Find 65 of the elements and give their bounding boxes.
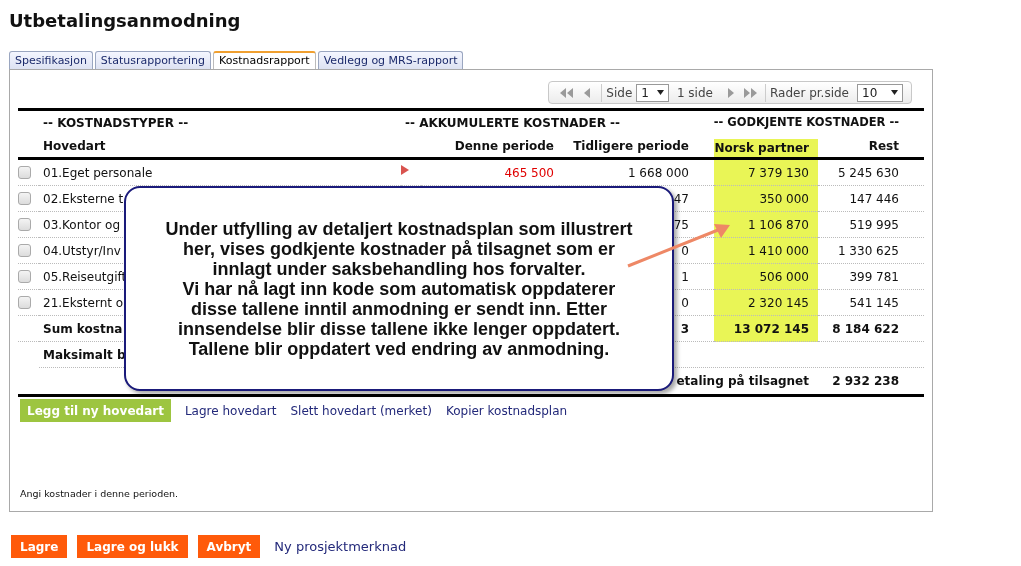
amount-cell-text: 8 184 622 xyxy=(832,320,899,338)
amount-cell-text: 1 668 000 xyxy=(627,164,689,182)
last-page-icon[interactable] xyxy=(742,86,759,99)
tab[interactable]: Statusrapportering xyxy=(94,51,211,69)
project-note-link[interactable]: Ny prosjektmerknad xyxy=(274,536,407,557)
amount-cell-text: 3 xyxy=(680,320,689,338)
amount-cell-text: 465 500 xyxy=(504,164,554,182)
amount-cell-text: 1 330 625 xyxy=(837,242,899,260)
group-header: -- GODKJENTE KOSTNADER -- xyxy=(713,114,899,132)
row-checkbox[interactable] xyxy=(18,218,31,231)
hovedart-cell-text: 02.Eksterne t xyxy=(43,190,124,208)
amount-cell-text: 541 145 xyxy=(849,294,899,312)
amount-cell-text: 519 995 xyxy=(849,216,899,234)
hovedart-cell-text: 21.Eksternt o xyxy=(43,294,124,312)
caret-icon xyxy=(891,90,898,95)
hovedart-cell-text: 03.Kontor og xyxy=(43,216,121,234)
hovedart-cell-text: Sum kostna xyxy=(43,320,123,338)
action-link[interactable]: Slett hovedart (merket) xyxy=(290,401,432,420)
row-checkbox[interactable] xyxy=(18,296,31,309)
amount-cell-text: 0 xyxy=(681,294,689,312)
amount-cell-text: 2 320 145 xyxy=(747,294,809,312)
action-link[interactable]: Lagre hovedart xyxy=(184,401,277,420)
page-label: Side xyxy=(601,83,633,102)
row-checkbox[interactable] xyxy=(18,244,31,257)
page-title: Utbetalingsanmodning xyxy=(9,10,242,32)
amount-cell-text: 2 932 238 xyxy=(832,373,899,390)
amount-cell-text: 1 410 000 xyxy=(747,242,809,260)
rows-per-page-label: Rader pr.side xyxy=(764,83,849,102)
tab[interactable]: Kostnadsrapport xyxy=(213,51,316,69)
amount-cell-text: 1 xyxy=(681,268,689,286)
tab[interactable]: Vedlegg og MRS-rapport xyxy=(317,51,464,69)
row-checkbox[interactable] xyxy=(18,192,31,205)
row-label: etaling på tilsagnet xyxy=(676,373,809,390)
tab[interactable]: Spesifikasjon xyxy=(9,51,93,69)
column-header: Hovedart xyxy=(43,138,106,155)
action-link[interactable]: Kopier kostnadsplan xyxy=(445,401,568,420)
amount-cell-text: 7 379 130 xyxy=(747,164,809,182)
amount-cell-text: 75 xyxy=(673,216,689,234)
amount-cell-text: 350 000 xyxy=(759,190,809,208)
column-header: Tidligere periode xyxy=(573,138,689,155)
row-checkbox[interactable] xyxy=(18,270,31,283)
hint-text: Angi kostnader i denne perioden. xyxy=(20,486,180,501)
rows-per-page-select[interactable]: 10 xyxy=(857,83,903,102)
amount-cell-text: 399 781 xyxy=(849,268,899,286)
amount-cell-text: 47 xyxy=(673,190,689,208)
column-header: Norsk partner xyxy=(714,140,809,157)
amount-cell-text: 147 446 xyxy=(849,190,899,208)
column-header: Denne periode xyxy=(454,138,554,155)
amount-cell-text: 13 072 145 xyxy=(733,320,809,338)
amount-cell-text: 1 106 870 xyxy=(747,216,809,234)
column-header: Rest xyxy=(868,138,899,155)
amount-cell-text: 0 xyxy=(681,242,689,260)
group-header: -- KOSTNADSTYPER -- xyxy=(43,116,189,130)
row-checkbox[interactable] xyxy=(18,166,31,179)
caret-icon xyxy=(656,90,664,95)
group-header: -- AKKUMULERTE KOSTNADER -- xyxy=(405,116,620,130)
callout-text: Under utfylling av detaljert kostnadsplan som illustrert her, vises godkjente kostnader på tilsagnet som er innlagt under saksbehandling hos forvalter. Vi har nå lagt inn kode som automatisk oppdaterer disse tallene inntil anmodning er sendt inn. Etter innsendelse blir disse tallene ikke lenger oppdatert. Tallene blir oppdatert ved endring av anmodning. xyxy=(165,218,633,359)
hovedart-cell-text: 04.Utstyr/Inv xyxy=(43,242,121,260)
hovedart-cell-text: 05.Reiseutgift xyxy=(43,268,127,286)
first-page-icon[interactable] xyxy=(559,86,576,99)
page-select[interactable]: 1 xyxy=(636,83,669,102)
amount-cell-text: 5 245 630 xyxy=(837,164,899,182)
amount-cell-text: 506 000 xyxy=(759,268,809,286)
page-count: 1 side xyxy=(676,84,713,102)
hovedart-cell-text: 01.Eget personale xyxy=(43,164,153,182)
